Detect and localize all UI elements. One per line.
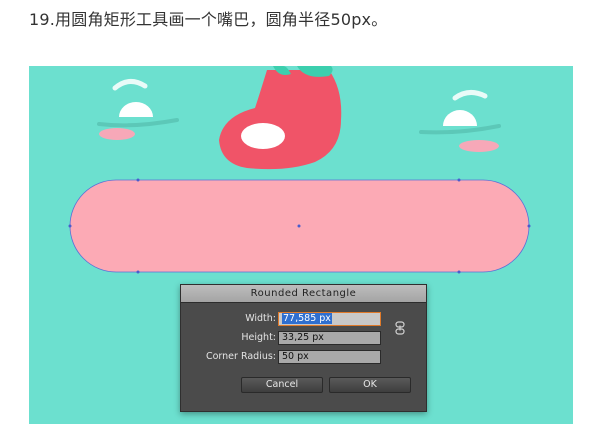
ok-button[interactable]: OK xyxy=(329,377,411,393)
anchor-point xyxy=(136,178,140,182)
anchor-point xyxy=(136,270,140,274)
right-eye xyxy=(443,110,477,126)
left-cheek xyxy=(99,128,135,140)
right-cheek xyxy=(459,140,499,152)
corner-radius-row: Corner Radius: 50 px xyxy=(181,350,426,364)
height-label: Height: xyxy=(241,332,276,343)
width-field[interactable]: 77,585 px xyxy=(278,312,381,326)
corner-radius-label: Corner Radius: xyxy=(205,351,276,362)
width-label: Width: xyxy=(245,313,276,324)
width-row: Width: 77,585 px xyxy=(181,312,426,326)
left-eye xyxy=(119,102,153,117)
anchor-point xyxy=(527,224,531,228)
tongue-highlight xyxy=(241,123,285,149)
tongue-shape xyxy=(219,70,342,170)
left-eye-lid xyxy=(97,118,179,128)
cancel-button[interactable]: Cancel xyxy=(241,377,323,393)
left-brow xyxy=(112,79,148,91)
caption-text: 19.用圆角矩形工具画一个嘴巴，圆角半径50px。 xyxy=(29,10,388,29)
link-constrain-icon[interactable] xyxy=(394,321,406,335)
dialog-title: Rounded Rectangle xyxy=(181,285,426,303)
anchor-point xyxy=(457,270,461,274)
corner-radius-field[interactable]: 50 px xyxy=(278,350,381,364)
right-brow xyxy=(452,90,488,101)
anchor-point xyxy=(457,178,461,182)
width-value: 77,585 px xyxy=(282,313,332,324)
right-eye-lid xyxy=(419,124,501,135)
anchor-point xyxy=(68,224,72,228)
height-row: Height: 33,25 px xyxy=(181,331,426,345)
rounded-rectangle-dialog: Rounded Rectangle Width: 77,585 px Heigh… xyxy=(180,284,427,412)
center-point xyxy=(297,224,301,228)
height-field[interactable]: 33,25 px xyxy=(278,331,381,345)
